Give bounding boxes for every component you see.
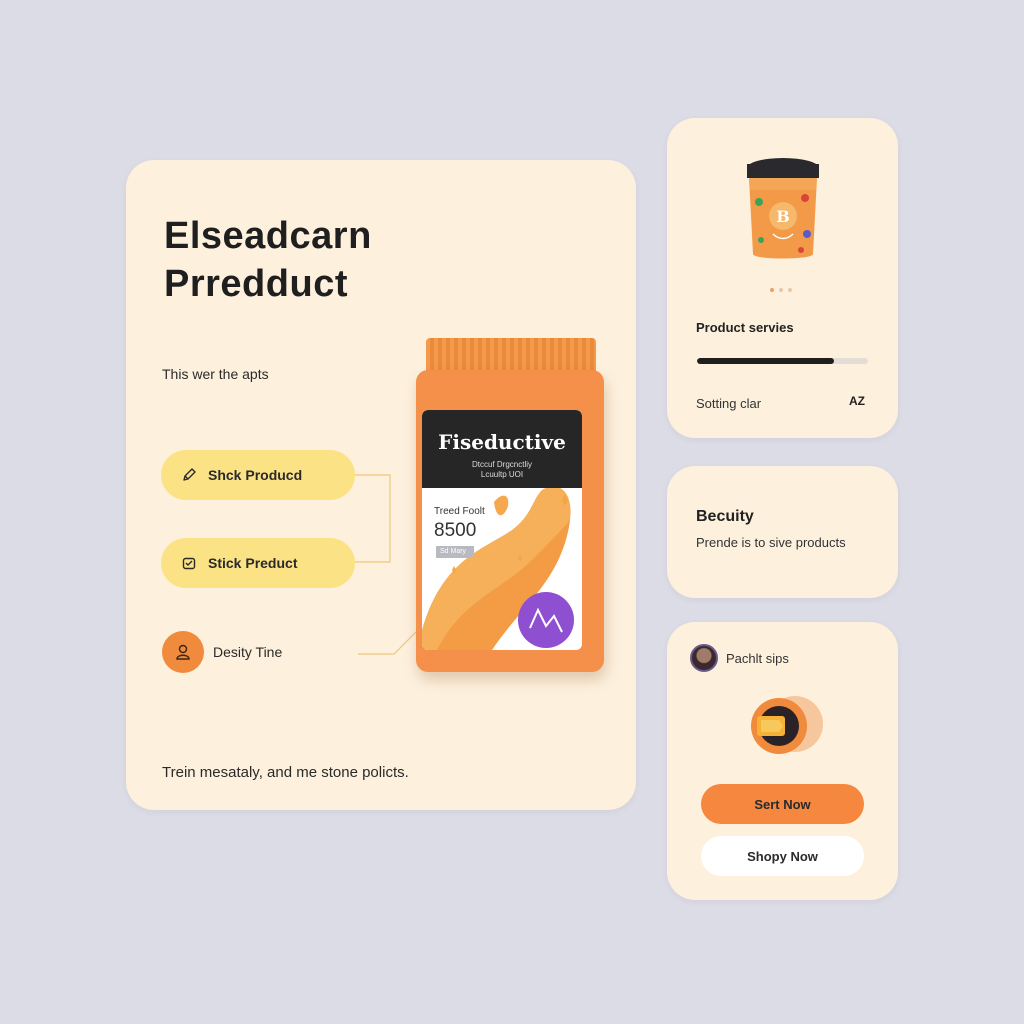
setting-label: Sotting clar xyxy=(696,396,762,411)
services-card: B Product servies Sotting clar AZ xyxy=(667,118,898,438)
box-icon xyxy=(181,555,197,571)
package-crimp xyxy=(426,338,596,374)
tips-card: Pachlt sips Sert Now Shopy Now xyxy=(667,622,898,900)
sort-now-button[interactable]: Sert Now xyxy=(701,784,864,824)
sort-icon[interactable]: AZ xyxy=(849,394,865,408)
beauty-card[interactable]: Becuity Prende is to sive products xyxy=(667,466,898,598)
shock-product-button[interactable]: Shck Producd xyxy=(161,450,355,500)
page-title: Elseadcarn Prredduct xyxy=(164,212,372,308)
carousel-dot[interactable] xyxy=(770,288,774,292)
carousel-dots[interactable] xyxy=(770,288,792,292)
tape-roll-image xyxy=(751,696,823,754)
page-title-line-1: Elseadcarn xyxy=(164,215,372,257)
package-tagline-2: Lcuultp UOI xyxy=(480,470,524,479)
beauty-title: Becuity xyxy=(696,508,754,525)
tips-header: Pachlt sips xyxy=(690,644,789,672)
package-tagline: Dtccuf Drgcnctliy Lcuultp UOI xyxy=(422,460,582,480)
stick-product-button[interactable]: Stick Preduct xyxy=(161,538,355,588)
carousel-dot[interactable] xyxy=(788,288,792,292)
shop-now-button[interactable]: Shopy Now xyxy=(701,836,864,876)
package-label: Fiseductive Dtccuf Drgcnctliy Lcuultp UO… xyxy=(422,410,582,650)
avatar[interactable] xyxy=(690,644,718,672)
page-title-line-2: Prredduct xyxy=(164,263,348,305)
supplement-jar-image: B xyxy=(747,158,819,259)
product-package: Fiseductive Dtccuf Drgcnctliy Lcuultp UO… xyxy=(414,336,610,676)
beauty-description: Prende is to sive products xyxy=(696,535,846,550)
product-card: Elseadcarn Prredduct This wer the apts S… xyxy=(126,160,636,810)
person-icon xyxy=(162,631,204,673)
page-subtitle: This wer the apts xyxy=(162,366,269,382)
package-tagline-1: Dtccuf Drgcnctliy xyxy=(471,460,532,469)
footer-text: Trein mesataly, and me stone policts. xyxy=(162,764,409,781)
density-time-label: Desity Tine xyxy=(213,644,283,660)
services-title: Product servies xyxy=(696,320,794,335)
services-progress-bar xyxy=(697,358,868,364)
package-chip: Sd Mary xyxy=(436,546,474,558)
package-product-label: Treed Foolt xyxy=(434,506,485,517)
pencil-icon xyxy=(181,467,197,483)
services-progress-fill xyxy=(697,358,834,364)
stick-product-label: Stick Preduct xyxy=(208,555,298,571)
jar-letter: B xyxy=(776,207,790,226)
carousel-dot[interactable] xyxy=(779,288,783,292)
package-brand: Fiseductive xyxy=(438,430,566,454)
package-body: Fiseductive Dtccuf Drgcnctliy Lcuultp UO… xyxy=(416,370,604,672)
shock-product-label: Shck Producd xyxy=(208,467,303,483)
package-price: 8500 xyxy=(434,520,477,541)
package-header: Fiseductive Dtccuf Drgcnctliy Lcuultp UO… xyxy=(422,410,582,488)
density-time-item[interactable]: Desity Tine xyxy=(162,631,282,673)
tips-title: Pachlt sips xyxy=(726,650,789,666)
